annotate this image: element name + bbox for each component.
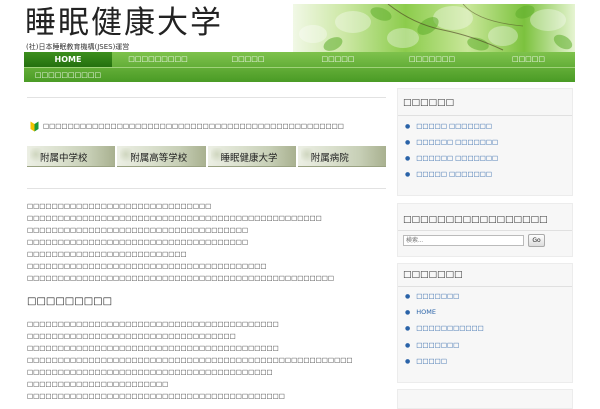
sidebar-link-label: □□□□□□□ <box>416 341 460 349</box>
school-label: 附属病院 <box>310 153 349 164</box>
sidebar-link-label: □□□□□ □□□□□□□ <box>416 170 493 178</box>
nav-item-4[interactable]: □□□□□ <box>294 52 382 67</box>
sidebar-link-label: □□□□□□□□□□□ <box>416 324 484 332</box>
sidebar-link[interactable]: ● □□□□□ □□□□□□□ <box>405 170 492 178</box>
site-subtitle: (社)日本睡眠教育機構(JSES)運営 <box>26 43 130 51</box>
nav-item-6[interactable]: □□□□□ <box>482 52 575 67</box>
sidebar-box-links: □□□□□□□ ● □□□□□□□ ● HOME ● □□□□□□□□□□□ ● □□□… <box>397 263 573 383</box>
sidebar-link-label: □□□□□□ □□□□□□□ <box>416 138 499 146</box>
school-button-junior-high[interactable]: 附属中学校 <box>27 146 116 167</box>
sidebar-divider <box>398 286 572 287</box>
sidebar-link[interactable]: ● □□□□□□□□□□□ <box>405 324 484 332</box>
intro-line: □□□□□□□□□□□□□□□□□□□□□□□□□□□□□□ <box>27 202 212 210</box>
sidebar-link-label: □□□□□□□ <box>416 292 460 300</box>
search-go-button[interactable]: Go <box>528 234 545 247</box>
school-label: 睡眠健康大学 <box>220 153 278 164</box>
main-nav: HOME □□□□□□□□□ □□□□□ □□□□□ □□□□□□□ □□□□□… <box>24 52 575 82</box>
body-line: □□□□□□□□□□□□□□□□□□□□□□□□□□□□□□□□□□□□□□□□ <box>27 368 273 376</box>
sidebar-title: □□□□□□□□□□□□□□□□□ <box>403 215 548 225</box>
nav-item-2[interactable]: □□□□□□□□□ <box>114 52 202 67</box>
bullet-icon: ● <box>405 171 411 178</box>
intro-line: □□□□□□□□□□□□□□□□□□□□□□□□□□□□□□□□□□□□□□□□… <box>27 214 322 222</box>
school-button-university[interactable]: 睡眠健康大学 <box>207 146 296 167</box>
leaf-banner-image <box>293 4 575 52</box>
body-line: □□□□□□□□□□□□□□□□□□□□□□□□□□□□□□□□□□□□□□□□… <box>27 344 279 352</box>
bullet-icon: ● <box>405 309 411 316</box>
intro-line: □□□□□□□□□□□□□□□□□□□□□□□□□□□□□□□□□□□□ <box>27 238 249 246</box>
intro-line: □□□□□□□□□□□□□□□□□□□□□□□□□□ <box>27 250 187 258</box>
site-title[interactable]: 睡眠健康大学 <box>25 6 223 40</box>
intro-line: □□□□□□□□□□□□□□□□□□□□□□□□□□□□□□□□□□□□□□□□… <box>27 274 335 282</box>
sidebar-divider <box>398 115 572 116</box>
nav-home[interactable]: HOME <box>24 52 112 67</box>
bullet-icon: ● <box>405 139 411 146</box>
sidebar-link[interactable]: ● □□□□□□ □□□□□□□ <box>405 154 498 162</box>
divider <box>27 97 386 98</box>
sidebar-title: □□□□□□ <box>403 98 455 108</box>
body-line: □□□□□□□□□□□□□□□□□□□□□□□ <box>27 380 169 388</box>
bullet-icon: ● <box>405 155 411 162</box>
nav-item-3[interactable]: □□□□□ <box>204 52 292 67</box>
body-line: □□□□□□□□□□□□□□□□□□□□□□□□□□□□□□□□□□□□□□□□… <box>27 320 279 328</box>
sidebar-link[interactable]: ● □□□□□□□ <box>405 292 459 300</box>
body-line: □□□□□□□□□□□□□□□□□□□□□□□□□□□□□□□□□□□□□□□□… <box>27 356 353 364</box>
sidebar-link-label: □□□□□ □□□□□□□ <box>416 122 493 130</box>
intro-line: □□□□□□□□□□□□□□□□□□□□□□□□□□□□□□□□□□□□ <box>27 226 249 234</box>
sidebar-link-label: HOME <box>416 308 436 316</box>
sidebar-link[interactable]: ● □□□□□ <box>405 357 447 365</box>
sidebar-box-next <box>397 389 573 409</box>
body-line: □□□□□□□□□□□□□□□□□□□□□□□□□□□□□□□□□□ <box>27 332 236 340</box>
sidebar-link[interactable]: ● □□□□□□□ <box>405 341 459 349</box>
sidebar-title: □□□□□□□ <box>403 270 463 280</box>
school-button-hospital[interactable]: 附属病院 <box>297 146 386 167</box>
sidebar-box-menu: □□□□□□ ● □□□□□ □□□□□□□ ● □□□□□□ □□□□□□□ ● □… <box>397 88 573 196</box>
sidebar-divider <box>398 230 572 231</box>
affiliated-schools: 附属中学校 附属高等学校 睡眠健康大学 附属病院 <box>27 146 386 167</box>
nav-item-7[interactable]: □□□□□□□□□□ <box>24 68 112 82</box>
bullet-icon: ● <box>405 358 411 365</box>
sidebar-link[interactable]: ● HOME <box>405 308 436 316</box>
search-input[interactable] <box>403 235 524 246</box>
nav-item-5[interactable]: □□□□□□□ <box>384 52 480 67</box>
bullet-icon: ● <box>405 342 411 349</box>
section-heading: □□□□□□□□□ <box>27 296 113 307</box>
school-label: 附属高等学校 <box>130 153 188 164</box>
divider <box>27 188 386 189</box>
school-button-high-school[interactable]: 附属高等学校 <box>117 146 206 167</box>
leaf-illustration <box>299 4 573 51</box>
school-label: 附属中学校 <box>40 153 88 164</box>
bullet-icon: ● <box>405 293 411 300</box>
beginner-mark-icon <box>30 121 39 132</box>
sidebar-link-label: □□□□□□ □□□□□□□ <box>416 154 499 162</box>
intro-line: □□□□□□□□□□□□□□□□□□□□□□□□□□□□□□□□□□□□□□□ <box>27 262 267 270</box>
bullet-icon: ● <box>405 123 411 130</box>
sidebar-link[interactable]: ● □□□□□□ □□□□□□□ <box>405 138 498 146</box>
body-line: □□□□□□□□□□□□□□□□□□□□□□□□□□□□□□□□□□□□□□□□… <box>27 392 285 400</box>
sidebar-link-label: □□□□□ <box>416 357 447 365</box>
bullet-icon: ● <box>405 325 411 332</box>
sidebar-link[interactable]: ● □□□□□ □□□□□□□ <box>405 122 492 130</box>
notice-text[interactable]: □□□□□□□□□□□□□□□□□□□□□□□□□□□□□□□□□□□□□□□□… <box>43 122 344 130</box>
sidebar-box-search: □□□□□□□□□□□□□□□□□ Go <box>397 203 573 257</box>
